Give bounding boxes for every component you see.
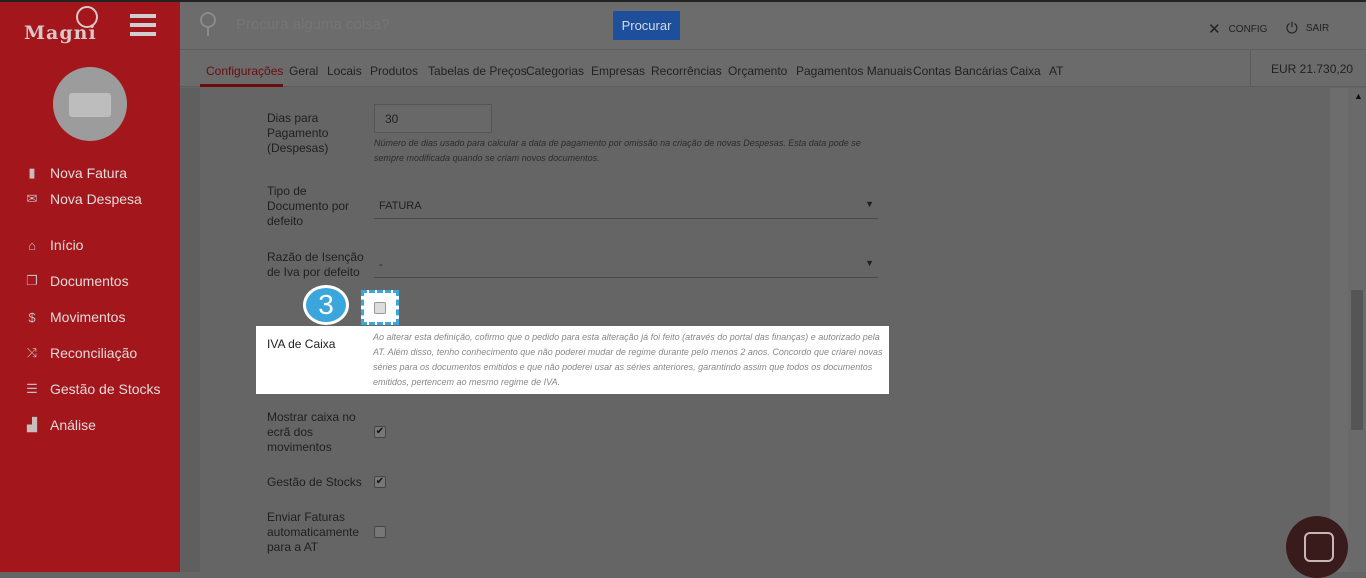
dollar-icon: $	[28, 309, 36, 325]
stocks-icon: ☰	[26, 381, 38, 396]
tipo-documento-select[interactable]: FATURA ▼	[374, 194, 878, 219]
tab-pagamentos-manuais[interactable]: Pagamentos Manuais	[796, 64, 912, 78]
sidebar-item-movimentos[interactable]: $ Movimentos	[24, 309, 125, 325]
sidebar-item-nova-despesa[interactable]: ✉ Nova Despesa	[24, 191, 142, 207]
tutorial-highlight-frame	[361, 290, 399, 325]
gestao-stocks-checkbox[interactable]: ✔	[374, 476, 386, 488]
search-input[interactable]	[236, 16, 596, 33]
file-icon: ▮	[28, 165, 36, 180]
tutorial-step-badge: 3	[303, 285, 349, 325]
chat-launcher-button[interactable]	[1286, 516, 1348, 578]
iva-caixa-help: Ao alterar esta definição, cofirmo que o…	[373, 332, 883, 387]
tab-categorias[interactable]: Categorias	[526, 64, 584, 78]
scroll-up-arrow-icon[interactable]: ▲	[1354, 91, 1363, 101]
mostrar-caixa-label: Mostrar caixa no ecrã dos movimentos	[267, 410, 356, 454]
tab-at[interactable]: AT	[1049, 64, 1063, 78]
mostrar-caixa-checkbox[interactable]: ✔	[374, 426, 386, 438]
iva-caixa-label: IVA de Caixa	[267, 337, 336, 351]
logout-link[interactable]: ⏻ SAIR	[1286, 20, 1329, 37]
tab-contas-bancarias[interactable]: Contas Bancárias	[913, 64, 1008, 78]
iva-caixa-row: IVA de Caixa Ao alterar esta definição, …	[256, 326, 889, 394]
dias-label: Dias para Pagamento (Despesas)	[267, 111, 329, 155]
tab-tabelas-precos[interactable]: Tabelas de Preços	[428, 64, 527, 78]
config-link[interactable]: ✕ CONFIG	[1208, 20, 1267, 38]
envelope-icon: ✉	[26, 191, 38, 206]
iva-caixa-checkbox[interactable]	[374, 302, 386, 314]
active-tab-indicator	[200, 84, 283, 87]
gestao-stocks-label: Gestão de Stocks	[267, 475, 362, 489]
tab-bar: Configurações Geral Locais Produtos Tabe…	[180, 50, 1250, 87]
content-gutter	[180, 88, 200, 572]
content-margin	[1330, 88, 1348, 572]
tools-icon: ✕	[1208, 21, 1221, 38]
razao-isencao-select[interactable]: - ▼	[374, 253, 878, 278]
tab-caixa[interactable]: Caixa	[1010, 64, 1041, 78]
search-tree-icon	[200, 12, 216, 36]
sidebar: Magni ▮ Nova Fatura ✉ Nova Despesa ⌂ Início…	[0, 2, 180, 572]
scrollbar-thumb[interactable]	[1351, 290, 1363, 430]
tab-locais[interactable]: Locais	[327, 64, 362, 78]
dias-help: Número de dias usado para calcular a dat…	[374, 138, 861, 163]
tab-orcamento[interactable]: Orçamento	[728, 64, 787, 78]
header: Procurar ✕CONFIG ⏻SAIR	[180, 2, 1366, 50]
sidebar-item-analise[interactable]: ▟ Análise	[24, 417, 96, 433]
power-icon: ⏻	[1286, 20, 1298, 37]
tab-geral[interactable]: Geral	[289, 64, 318, 78]
sidebar-item-documentos[interactable]: ❐ Documentos	[24, 273, 128, 289]
avatar[interactable]	[53, 67, 127, 141]
tab-recorrencias[interactable]: Recorrências	[651, 64, 722, 78]
menu-toggle-button[interactable]	[130, 14, 156, 36]
dropdown-caret-icon: ▼	[865, 199, 874, 209]
tab-configuracoes[interactable]: Configurações	[206, 64, 283, 78]
tipo-documento-label: Tipo de Documento por defeito	[267, 184, 350, 228]
sidebar-item-inicio[interactable]: ⌂ Início	[24, 237, 83, 253]
chart-icon: ▟	[27, 417, 37, 432]
sidebar-item-nova-fatura[interactable]: ▮ Nova Fatura	[24, 165, 127, 181]
documents-icon: ❐	[26, 273, 38, 288]
razao-isencao-label: Razão de Isenção de Iva por defeito	[267, 250, 364, 279]
enviar-faturas-label: Enviar Faturas automaticamente para a AT	[267, 510, 360, 554]
search-button[interactable]: Procurar	[613, 11, 680, 40]
home-icon: ⌂	[28, 237, 36, 253]
dias-pagamento-input[interactable]	[374, 104, 492, 133]
tab-empresas[interactable]: Empresas	[591, 64, 645, 78]
enviar-faturas-checkbox[interactable]	[374, 526, 386, 538]
balance: EUR 21.730,20	[1250, 50, 1366, 87]
logo[interactable]: Magni	[24, 22, 97, 44]
dropdown-caret-icon: ▼	[865, 258, 874, 268]
tab-produtos[interactable]: Produtos	[370, 64, 418, 78]
sidebar-item-reconciliacao[interactable]: ⤨ Reconciliação	[24, 345, 137, 361]
sidebar-item-gestao-stocks[interactable]: ☰ Gestão de Stocks	[24, 381, 160, 397]
shuffle-icon: ⤨	[26, 345, 38, 360]
